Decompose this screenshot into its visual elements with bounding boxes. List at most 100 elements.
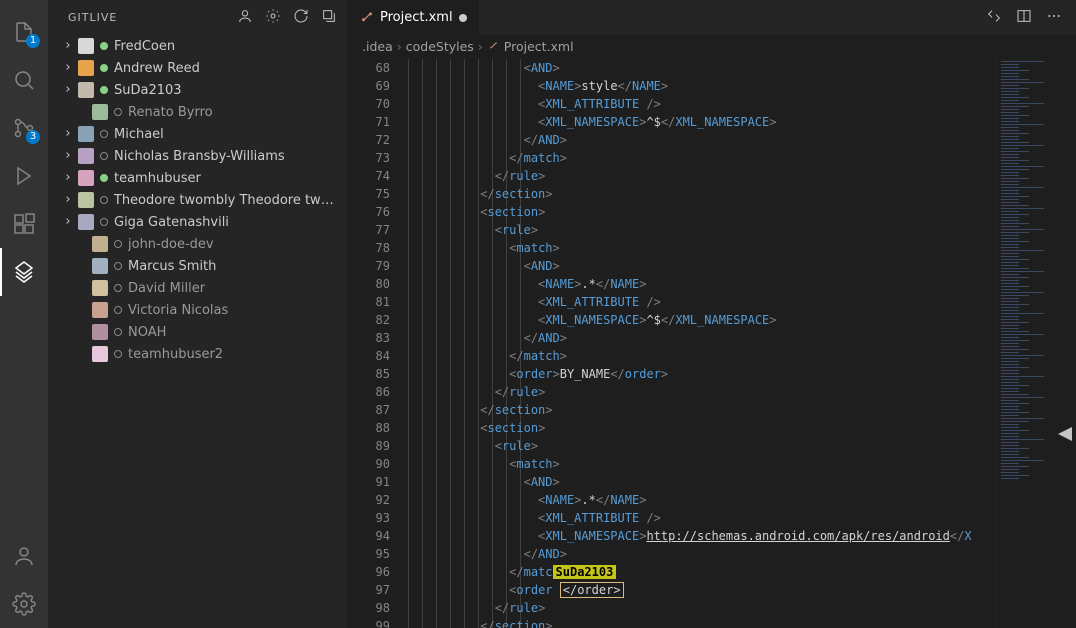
editor-area: Project.xml .idea › codeStyles › Project… <box>348 0 1076 628</box>
breadcrumbs[interactable]: .idea › codeStyles › Project.xml <box>348 35 1076 57</box>
user-row[interactable]: ›SuDa2103 <box>48 79 347 101</box>
chevron-right-icon: › <box>60 191 76 207</box>
chevron-right-icon: › <box>60 169 76 185</box>
user-name: Renato Byrro <box>128 105 213 120</box>
avatar <box>92 346 108 362</box>
minimap[interactable] <box>996 57 1076 628</box>
breadcrumb-item[interactable]: codeStyles <box>406 39 474 54</box>
source-control-icon[interactable]: 3 <box>0 104 48 152</box>
chevron-right-icon: › <box>478 39 483 54</box>
user-list: ›FredCoen›Andrew Reed›SuDa2103›Renato By… <box>48 35 347 365</box>
user-row[interactable]: ›john-doe-dev <box>48 233 347 255</box>
explorer-icon[interactable]: 1 <box>0 8 48 56</box>
tab-label: Project.xml <box>380 10 453 25</box>
status-indicator-icon <box>114 306 122 314</box>
user-name: teamhubuser <box>114 171 201 186</box>
avatar <box>78 38 94 54</box>
user-row[interactable]: ›Andrew Reed <box>48 57 347 79</box>
accounts-icon[interactable] <box>0 532 48 580</box>
settings-gear-icon[interactable] <box>0 580 48 628</box>
status-indicator-icon <box>100 42 108 50</box>
user-row[interactable]: ›NOAH <box>48 321 347 343</box>
avatar <box>92 324 108 340</box>
user-row[interactable]: › Nicholas Bransby-Williams <box>48 145 347 167</box>
activity-bar: 1 3 <box>0 0 48 628</box>
gitlive-icon[interactable] <box>0 248 48 296</box>
chevron-right-icon: › <box>60 37 76 53</box>
user-name: Michael <box>114 127 164 142</box>
scm-badge: 3 <box>26 130 40 144</box>
code-view[interactable]: 6869707172737475767778798081828384858687… <box>348 57 1076 628</box>
sidebar-title: GITLIVE <box>68 11 237 24</box>
user-name: SuDa2103 <box>114 83 182 98</box>
status-indicator-icon <box>100 174 108 182</box>
avatar <box>92 258 108 274</box>
split-editor-icon[interactable] <box>1016 8 1032 28</box>
code-content[interactable]: <AND> <NAME>style</NAME> <XML_ATTRIBUTE … <box>408 57 996 628</box>
user-name: Giga Gatenashvili <box>114 215 229 230</box>
avatar <box>78 60 94 76</box>
run-debug-icon[interactable] <box>0 152 48 200</box>
status-indicator-icon <box>100 218 108 226</box>
accounts-icon[interactable] <box>237 8 253 27</box>
avatar <box>92 104 108 120</box>
chevron-right-icon: › <box>60 213 76 229</box>
user-row[interactable]: › Giga Gatenashvili <box>48 211 347 233</box>
chevron-right-icon: › <box>397 39 402 54</box>
user-row[interactable]: ›Renato Byrro <box>48 101 347 123</box>
avatar <box>92 302 108 318</box>
chevron-right-icon: › <box>60 125 76 141</box>
avatar <box>92 236 108 252</box>
user-row[interactable]: ›teamhubuser2 <box>48 343 347 365</box>
breadcrumb-item[interactable]: Project.xml <box>504 39 574 54</box>
sidebar-header: GITLIVE <box>48 0 347 35</box>
overview-marker-icon <box>1052 427 1076 451</box>
user-name: john-doe-dev <box>128 237 214 252</box>
sidebar: GITLIVE ›FredCoen›Andrew Reed›SuDa2103›R… <box>48 0 348 628</box>
user-name: Andrew Reed <box>114 61 200 76</box>
compare-changes-icon[interactable] <box>986 8 1002 28</box>
explorer-badge: 1 <box>26 34 40 48</box>
status-indicator-icon <box>114 284 122 292</box>
status-indicator-icon <box>100 130 108 138</box>
user-row[interactable]: › teamhubuser <box>48 167 347 189</box>
search-icon[interactable] <box>0 56 48 104</box>
more-actions-icon[interactable] <box>1046 8 1062 28</box>
dirty-indicator-icon <box>459 14 467 22</box>
status-indicator-icon <box>100 152 108 160</box>
user-row[interactable]: › Michael <box>48 123 347 145</box>
avatar <box>78 148 94 164</box>
status-indicator-icon <box>100 86 108 94</box>
status-indicator-icon <box>114 262 122 270</box>
gear-icon[interactable] <box>265 8 281 27</box>
chevron-right-icon: › <box>60 147 76 163</box>
user-row[interactable]: ›Marcus Smith <box>48 255 347 277</box>
extensions-icon[interactable] <box>0 200 48 248</box>
tab-bar: Project.xml <box>348 0 1076 35</box>
avatar <box>78 126 94 142</box>
user-row[interactable]: ›Victoria Nicolas <box>48 299 347 321</box>
user-row[interactable]: ›David Miller <box>48 277 347 299</box>
user-name: Nicholas Bransby-Williams <box>114 149 285 164</box>
user-row[interactable]: › Theodore twombly Theodore two… <box>48 189 347 211</box>
status-indicator-icon <box>100 64 108 72</box>
avatar <box>92 280 108 296</box>
status-indicator-icon <box>114 328 122 336</box>
user-name: Theodore twombly Theodore two… <box>114 193 341 208</box>
collapse-icon[interactable] <box>321 8 337 27</box>
line-number-gutter: 6869707172737475767778798081828384858687… <box>348 57 408 628</box>
avatar <box>78 192 94 208</box>
status-indicator-icon <box>114 350 122 358</box>
tab-project-xml[interactable]: Project.xml <box>348 0 480 35</box>
breadcrumb-item[interactable]: .idea <box>362 39 393 54</box>
avatar <box>78 82 94 98</box>
user-row[interactable]: ›FredCoen <box>48 35 347 57</box>
status-indicator-icon <box>114 240 122 248</box>
user-name: Marcus Smith <box>128 259 216 274</box>
user-name: David Miller <box>128 281 205 296</box>
avatar <box>78 170 94 186</box>
user-name: teamhubuser2 <box>128 347 223 362</box>
status-indicator-icon <box>100 196 108 204</box>
status-indicator-icon <box>114 108 122 116</box>
refresh-icon[interactable] <box>293 8 309 27</box>
